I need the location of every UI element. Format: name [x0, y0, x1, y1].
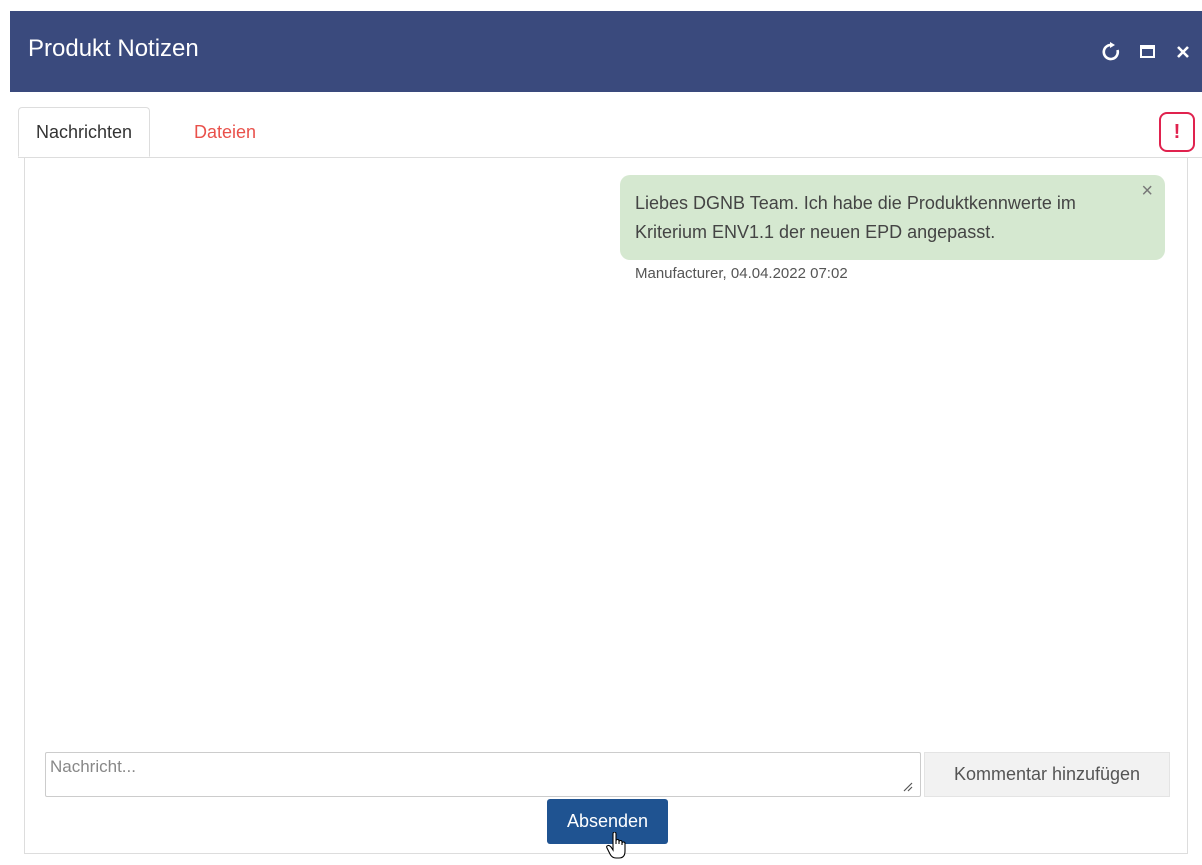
message-bubble: Liebes DGNB Team. Ich habe die Produktke…	[620, 175, 1165, 260]
tab-bar: Nachrichten Dateien	[18, 107, 1202, 158]
resize-handle-icon[interactable]	[903, 781, 913, 795]
tab-dateien[interactable]: Dateien	[174, 107, 276, 157]
messages-panel	[24, 157, 1188, 854]
window-titlebar: Produkt Notizen	[10, 11, 1202, 92]
warning-icon[interactable]: !	[1159, 112, 1195, 152]
tab-nachrichten[interactable]: Nachrichten	[18, 107, 151, 157]
message-input[interactable]	[45, 752, 921, 797]
window-title: Produkt Notizen	[28, 35, 199, 62]
close-icon[interactable]	[1170, 39, 1196, 65]
message-meta: Manufacturer, 04.04.2022 07:02	[635, 265, 848, 282]
maximize-icon[interactable]	[1135, 39, 1161, 65]
hand-cursor-icon	[606, 831, 628, 865]
add-comment-button[interactable]: Kommentar hinzufügen	[924, 752, 1170, 797]
refresh-icon[interactable]	[1098, 39, 1124, 65]
message-text: Liebes DGNB Team. Ich habe die Produktke…	[635, 193, 1076, 242]
dismiss-message-icon[interactable]: ×	[1141, 181, 1153, 201]
